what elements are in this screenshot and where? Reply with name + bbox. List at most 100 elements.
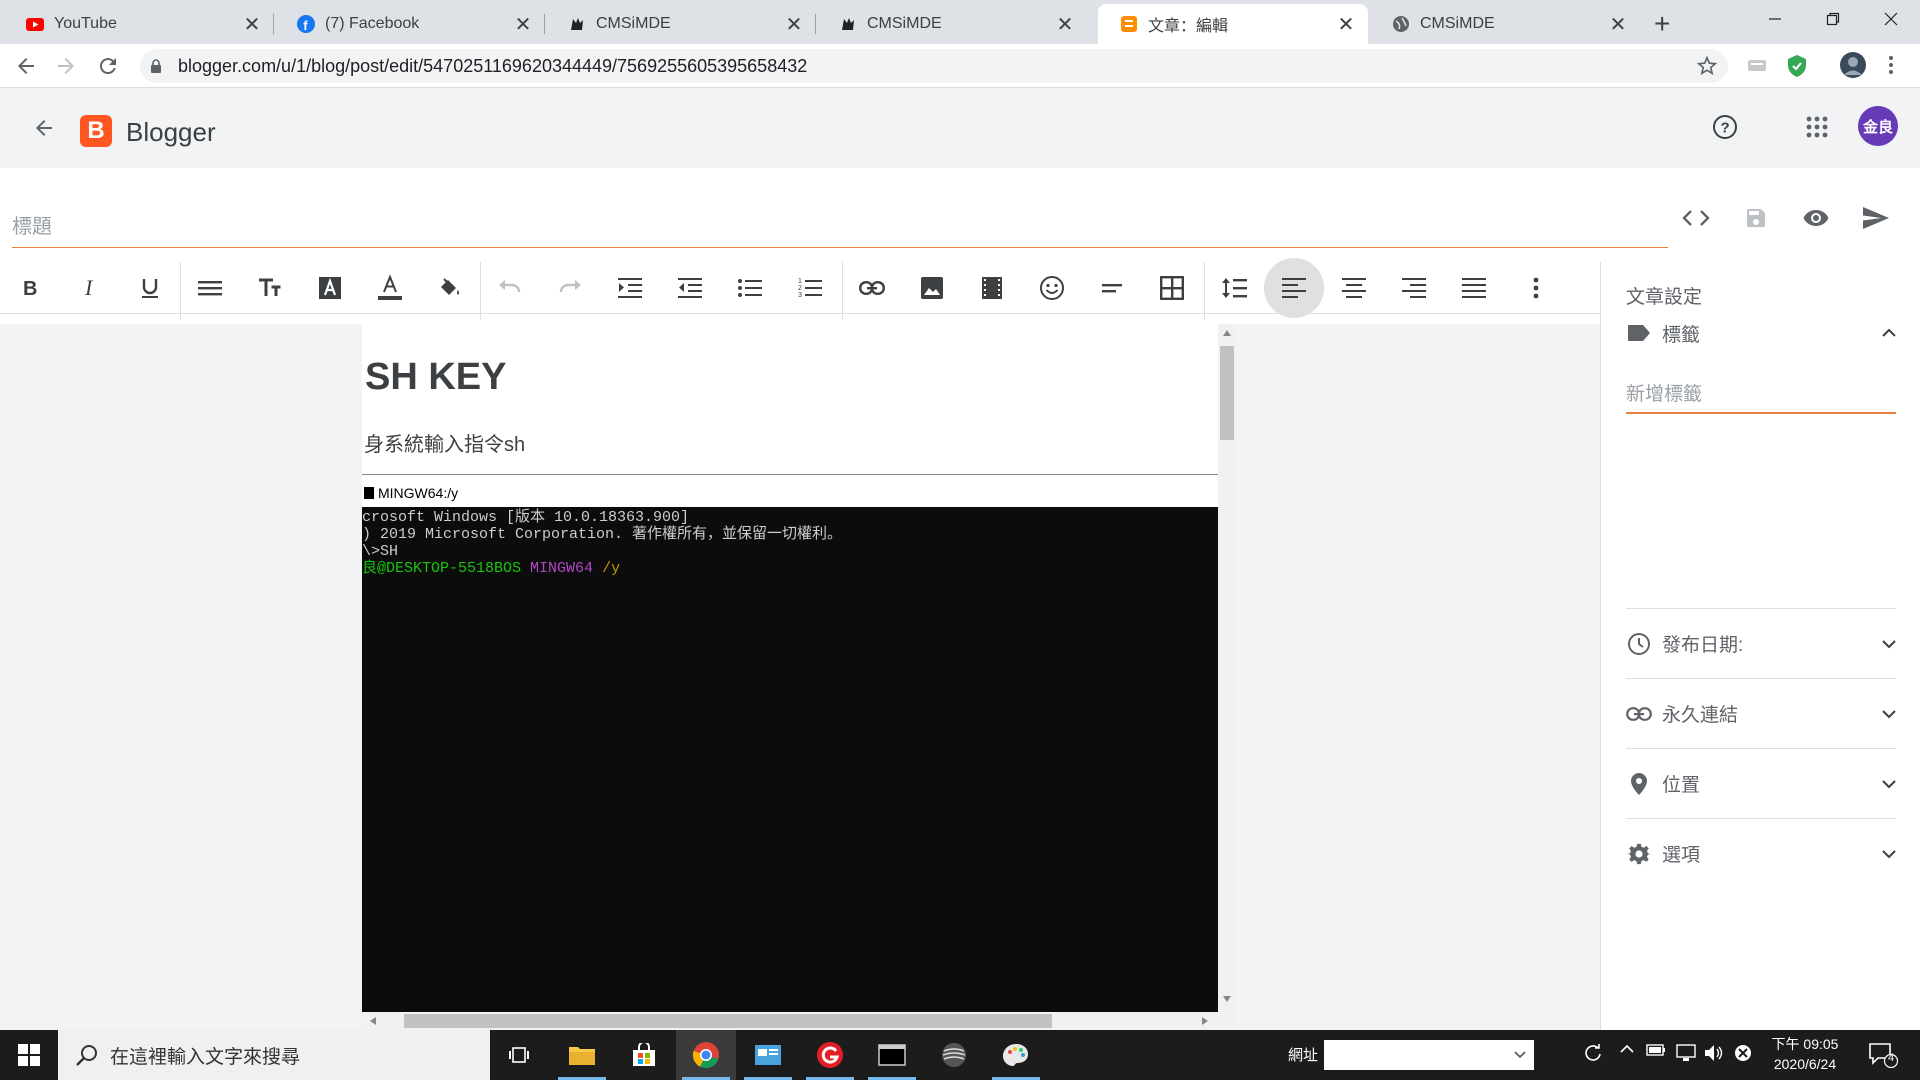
text-color-button[interactable]	[366, 262, 414, 314]
insert-table-button[interactable]	[1148, 262, 1196, 314]
tab-youtube[interactable]: YouTube ✕	[4, 4, 274, 44]
bookmark-star-icon[interactable]	[1696, 55, 1718, 77]
restore-button[interactable]	[1810, 4, 1856, 34]
paragraph-style-button[interactable]	[186, 262, 234, 314]
highlight-color-button[interactable]	[426, 262, 474, 314]
numbered-list-button[interactable]: 123	[786, 262, 834, 314]
justify-button[interactable]	[1450, 262, 1498, 314]
help-icon[interactable]: ?	[1712, 114, 1738, 140]
post-body-editor[interactable]: SH KEY 身系統輸入指令sh MINGW64:/y crosoft Wind…	[362, 324, 1218, 1012]
chevron-down-icon[interactable]	[1882, 849, 1896, 859]
sphere-app[interactable]	[924, 1030, 984, 1080]
network-icon[interactable]	[1676, 1044, 1696, 1062]
close-icon[interactable]: ✕	[242, 12, 262, 37]
minimize-button[interactable]	[1752, 4, 1798, 34]
close-icon[interactable]: ✕	[513, 12, 533, 37]
add-label-input[interactable]	[1626, 380, 1896, 410]
insert-jump-break-button[interactable]	[1088, 262, 1136, 314]
close-icon[interactable]: ✕	[1055, 12, 1075, 37]
vertical-scroll-thumb[interactable]	[1220, 346, 1234, 440]
align-center-button[interactable]	[1330, 262, 1378, 314]
account-avatar[interactable]: 金良	[1858, 106, 1898, 146]
align-left-button[interactable]	[1264, 258, 1324, 318]
back-button[interactable]	[14, 54, 38, 78]
chevron-up-icon[interactable]	[1882, 328, 1896, 338]
close-icon[interactable]: ✕	[784, 12, 804, 37]
font-family-button[interactable]	[306, 262, 354, 314]
chevron-down-icon[interactable]	[1882, 709, 1896, 719]
battery-icon[interactable]	[1646, 1044, 1666, 1056]
redo-button[interactable]	[546, 262, 594, 314]
lock-icon[interactable]	[150, 59, 162, 73]
browser-menu-icon[interactable]	[1888, 54, 1894, 76]
vertical-scrollbar[interactable]	[1218, 324, 1236, 1012]
tab-cmsimde-1[interactable]: CMSiMDE ✕	[546, 4, 816, 44]
tab-facebook[interactable]: f (7) Facebook ✕	[275, 4, 545, 44]
insert-link-button[interactable]	[848, 262, 896, 314]
tab-cmsimde-3[interactable]: CMSiMDE ✕	[1370, 4, 1640, 44]
more-options-icon[interactable]	[1512, 262, 1560, 314]
new-tab-button[interactable]: +	[1654, 8, 1670, 40]
task-view-button[interactable]	[490, 1030, 550, 1080]
volume-icon[interactable]	[1704, 1044, 1724, 1062]
profile-avatar-icon[interactable]	[1839, 51, 1867, 79]
insert-video-button[interactable]	[968, 262, 1016, 314]
horizontal-scrollbar[interactable]	[362, 1012, 1236, 1030]
chevron-up-icon[interactable]	[1620, 1044, 1634, 1054]
indent-button[interactable]	[606, 262, 654, 314]
chevron-down-icon[interactable]	[1882, 639, 1896, 649]
app-window-icon-app[interactable]	[738, 1030, 798, 1080]
terminal-app[interactable]	[862, 1030, 922, 1080]
shield-icon[interactable]	[1786, 54, 1808, 78]
paint-app[interactable]	[986, 1030, 1046, 1080]
align-right-button[interactable]	[1390, 262, 1438, 314]
tab-blogger-edit[interactable]: 文章：編輯 ✕	[1098, 4, 1368, 44]
close-icon[interactable]: ✕	[1336, 12, 1356, 37]
post-title-input[interactable]	[12, 208, 1668, 246]
reload-button[interactable]	[96, 54, 120, 78]
chrome-app[interactable]	[676, 1030, 736, 1080]
preview-button[interactable]	[1796, 198, 1836, 238]
font-size-button[interactable]	[246, 262, 294, 314]
store-app[interactable]	[614, 1030, 674, 1080]
line-spacing-button[interactable]	[1210, 262, 1258, 314]
window-close-button[interactable]	[1868, 4, 1914, 34]
html-view-button[interactable]	[1676, 198, 1716, 238]
publish-button[interactable]	[1856, 198, 1896, 238]
refresh-icon[interactable]	[1584, 1044, 1602, 1062]
permalink-section[interactable]: 永久連結	[1626, 678, 1896, 748]
insert-emoji-button[interactable]	[1028, 262, 1076, 314]
bulleted-list-button[interactable]	[726, 262, 774, 314]
tab-cmsimde-2[interactable]: CMSiMDE ✕	[817, 4, 1087, 44]
apps-grid-icon[interactable]	[1806, 116, 1828, 138]
bold-button[interactable]: B	[6, 262, 54, 314]
location-section[interactable]: 位置	[1626, 748, 1896, 818]
back-arrow-icon[interactable]	[32, 116, 56, 140]
italic-button[interactable]: I	[66, 262, 114, 314]
address-bar[interactable]: blogger.com/u/1/blog/post/edit/547025116…	[140, 49, 1728, 83]
forward-button[interactable]	[54, 54, 78, 78]
system-clock[interactable]: 下午 09:05 2020/6/24	[1760, 1034, 1850, 1074]
close-icon[interactable]: ✕	[1608, 12, 1628, 37]
start-button[interactable]	[0, 1030, 58, 1080]
add-label-field[interactable]	[1626, 380, 1896, 414]
garena-app[interactable]	[800, 1030, 860, 1080]
undo-button[interactable]	[486, 262, 534, 314]
horizontal-scroll-thumb[interactable]	[404, 1014, 1052, 1028]
underline-button[interactable]	[126, 262, 174, 314]
insert-image-button[interactable]	[908, 262, 956, 314]
chevron-down-icon[interactable]	[1882, 779, 1896, 789]
ime-status-icon[interactable]	[1734, 1044, 1752, 1062]
publish-date-section[interactable]: 發布日期:	[1626, 608, 1896, 678]
file-explorer-app[interactable]	[552, 1030, 612, 1080]
taskbar-search[interactable]: 在這裡輸入文字來搜尋	[58, 1030, 490, 1080]
address-toolbar-input[interactable]	[1324, 1040, 1534, 1070]
save-button[interactable]	[1736, 198, 1776, 238]
browser-toolbar: blogger.com/u/1/blog/post/edit/547025116…	[0, 44, 1920, 88]
post-title-field[interactable]	[12, 208, 1668, 248]
labels-section-header[interactable]: 標籤	[1626, 310, 1896, 356]
options-section[interactable]: 選項	[1626, 818, 1896, 888]
notification-center-icon[interactable]: 4	[1868, 1042, 1898, 1068]
outdent-button[interactable]	[666, 262, 714, 314]
extension-icon[interactable]	[1746, 54, 1768, 76]
